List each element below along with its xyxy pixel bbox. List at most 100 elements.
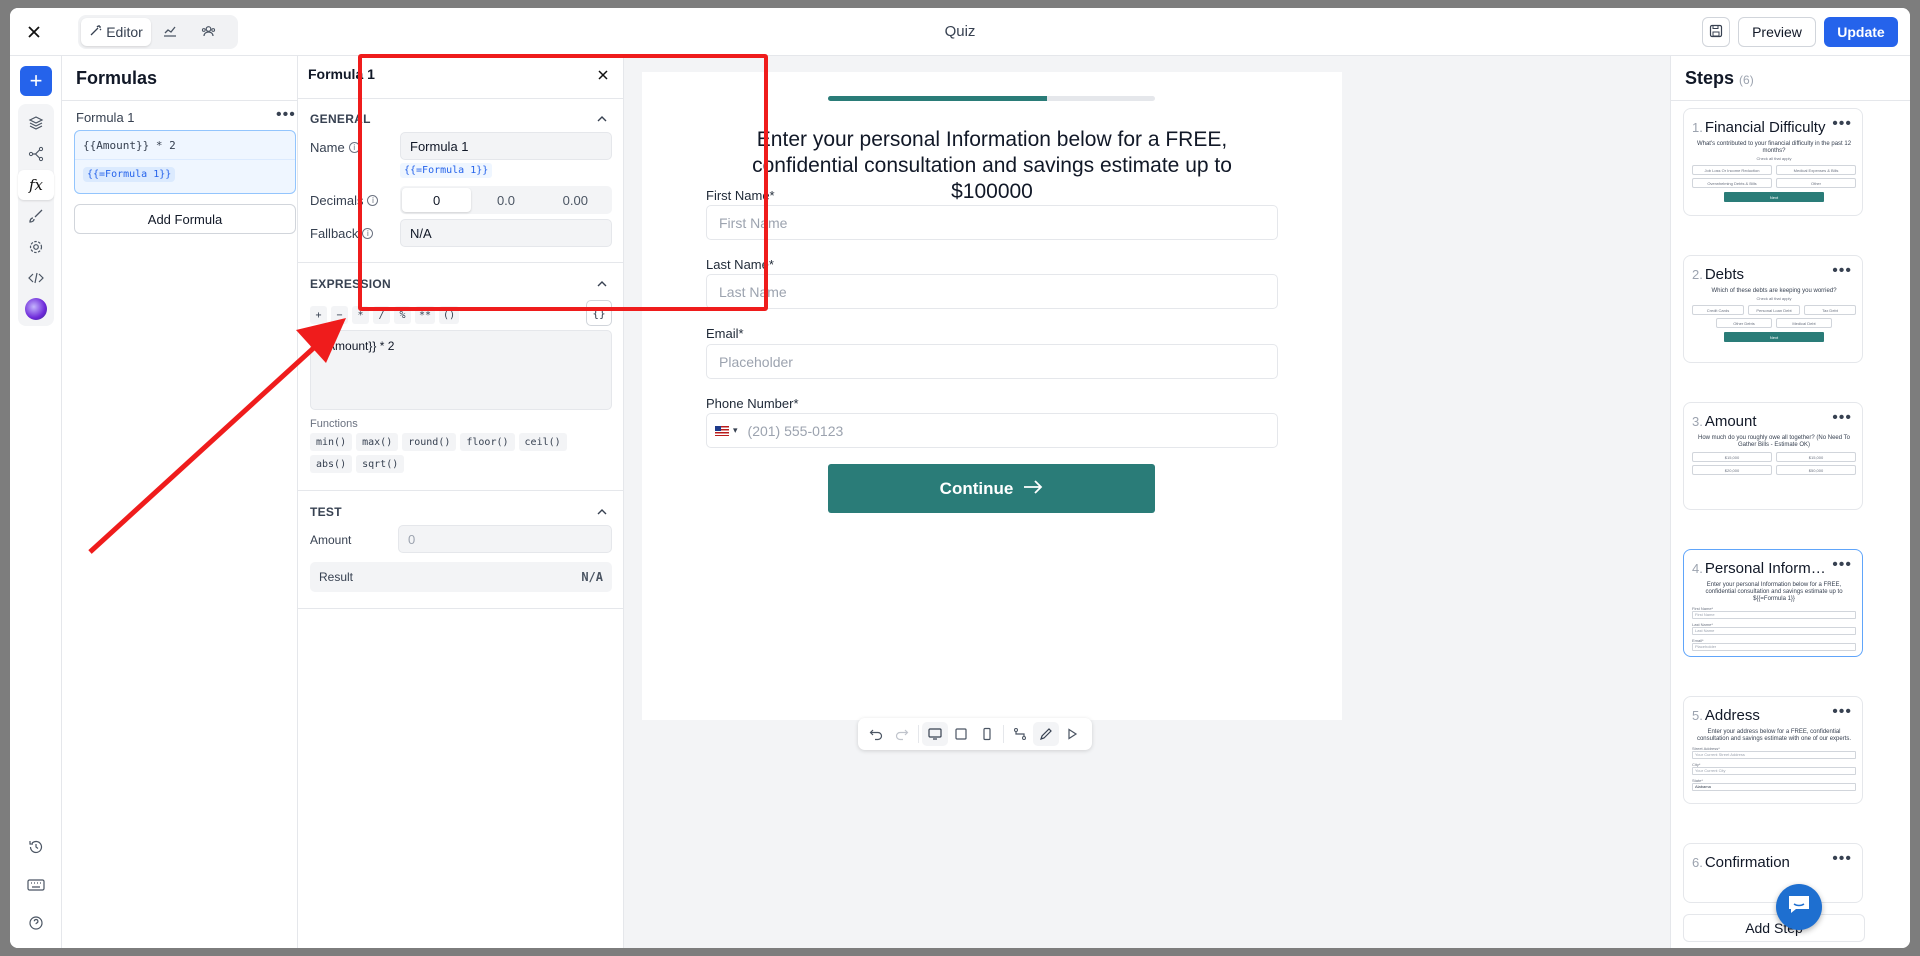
- preview-sub: Check all that apply: [1756, 156, 1792, 161]
- function-round[interactable]: round(): [402, 433, 457, 451]
- redo-icon[interactable]: [889, 722, 915, 746]
- chat-widget-button[interactable]: [1776, 884, 1822, 930]
- operator-minus[interactable]: −: [331, 306, 348, 324]
- preview-field: Last Name: [1692, 627, 1856, 635]
- undo-icon[interactable]: [863, 722, 889, 746]
- step-card-selected[interactable]: 4. Personal Information ••• Enter your pe…: [1683, 549, 1863, 657]
- test-heading: TEST: [310, 505, 342, 519]
- more-icon[interactable]: •••: [1832, 703, 1852, 721]
- brush-icon[interactable]: [18, 201, 54, 231]
- preview-button: Next: [1724, 192, 1824, 202]
- step-card[interactable]: 3. Amount ••• How much do you roughly owe…: [1683, 402, 1863, 510]
- fallback-input[interactable]: N/A: [400, 219, 612, 247]
- mobile-view-icon[interactable]: [974, 722, 1000, 746]
- chat-icon: [1786, 893, 1812, 922]
- decimals-option-1[interactable]: 0.0: [471, 188, 540, 212]
- preview-option: Personal Loan Debt: [1748, 305, 1800, 315]
- operator-multiply[interactable]: *: [352, 306, 369, 324]
- divider: [1671, 100, 1910, 101]
- first-name-input[interactable]: First Name: [706, 205, 1278, 240]
- step-preview: How much do you roughly owe all together…: [1692, 435, 1856, 475]
- function-floor[interactable]: floor(): [460, 433, 515, 451]
- function-ceil[interactable]: ceil(): [518, 433, 567, 451]
- update-button[interactable]: Update: [1824, 17, 1898, 47]
- close-icon[interactable]: [594, 66, 612, 84]
- layers-icon[interactable]: [18, 108, 54, 138]
- more-icon[interactable]: •••: [1832, 115, 1852, 133]
- insert-variable-button[interactable]: {}: [586, 300, 612, 326]
- decimals-label-text: Decimals: [310, 193, 364, 208]
- more-icon[interactable]: •••: [1832, 409, 1852, 427]
- name-input[interactable]: Formula 1: [400, 132, 612, 160]
- more-icon[interactable]: •••: [276, 106, 296, 124]
- quiz-page-preview[interactable]: Enter your personal Information below fo…: [642, 72, 1342, 720]
- operator-divide[interactable]: /: [373, 306, 390, 324]
- step-number: 1.: [1692, 120, 1703, 135]
- function-min[interactable]: min(): [310, 433, 353, 451]
- step-number: 2.: [1692, 267, 1703, 282]
- step-number: 4.: [1692, 561, 1703, 576]
- preview-option: Job Loss Or Income Reduction: [1692, 165, 1772, 175]
- info-icon[interactable]: i: [362, 228, 374, 239]
- expression-textarea[interactable]: {{Amount}} * 2: [310, 330, 612, 410]
- divider: [298, 608, 624, 609]
- step-preview: Which of these debts are keeping you wor…: [1692, 288, 1856, 342]
- last-name-input[interactable]: Last Name: [706, 274, 1278, 309]
- function-sqrt[interactable]: sqrt(): [356, 455, 405, 473]
- decimals-option-2[interactable]: 0.00: [541, 188, 610, 212]
- tablet-view-icon[interactable]: [948, 722, 974, 746]
- edit-mode-icon[interactable]: [1033, 722, 1059, 746]
- ai-icon[interactable]: [18, 294, 54, 324]
- operator-parens[interactable]: (): [439, 306, 460, 324]
- step-card[interactable]: 1. Financial Difficulty ••• What's contri…: [1683, 108, 1863, 216]
- preview-button[interactable]: Preview: [1738, 17, 1816, 47]
- continue-button[interactable]: Continue: [828, 464, 1155, 513]
- operator-plus[interactable]: +: [310, 306, 327, 324]
- formula-reference[interactable]: {{=Formula 1}}: [400, 163, 493, 178]
- function-icon[interactable]: fx: [18, 170, 54, 200]
- logic-mode-icon[interactable]: [1007, 722, 1033, 746]
- country-dropdown[interactable]: ▾: [733, 425, 738, 436]
- operator-power[interactable]: **: [415, 306, 436, 324]
- more-icon[interactable]: •••: [1832, 850, 1852, 868]
- formula-card[interactable]: {{Amount}} * 2 {{=Formula 1}}: [74, 130, 296, 194]
- more-icon[interactable]: •••: [1832, 556, 1852, 574]
- add-formula-button[interactable]: Add Formula: [74, 204, 296, 234]
- divider: [298, 262, 624, 263]
- step-name: 1. Financial Difficulty: [1692, 119, 1832, 136]
- decimals-option-0[interactable]: 0: [402, 188, 472, 212]
- add-step-button[interactable]: Add Step: [1683, 914, 1865, 942]
- settings-icon[interactable]: [18, 232, 54, 262]
- operator-modulo[interactable]: %: [394, 306, 411, 324]
- step-preview: Enter your personal Information below fo…: [1692, 582, 1856, 651]
- add-element-button[interactable]: +: [20, 66, 52, 96]
- chevron-up-icon[interactable]: [596, 112, 608, 124]
- step-card[interactable]: 5. Address ••• Enter your address below f…: [1683, 696, 1863, 804]
- us-flag-icon[interactable]: [715, 425, 729, 436]
- step-card[interactable]: 6. Confirmation •••: [1683, 843, 1863, 903]
- chevron-up-icon[interactable]: [596, 277, 608, 289]
- more-icon[interactable]: •••: [1832, 262, 1852, 280]
- amount-input[interactable]: 0: [398, 525, 612, 553]
- help-icon[interactable]: [18, 908, 54, 938]
- desktop-view-icon[interactable]: [922, 722, 948, 746]
- step-card[interactable]: 2. Debts ••• Which of these debts are kee…: [1683, 255, 1863, 363]
- page-headline[interactable]: Enter your personal Information below fo…: [712, 127, 1272, 205]
- operator-buttons: + − * / % ** (): [310, 306, 460, 324]
- play-icon[interactable]: [1059, 722, 1085, 746]
- save-button[interactable]: [1702, 17, 1730, 47]
- history-icon[interactable]: [18, 832, 54, 862]
- function-max[interactable]: max(): [356, 433, 399, 451]
- phone-input[interactable]: ▾ (201) 555-0123: [706, 413, 1278, 448]
- preview-option: Medical Debt: [1776, 318, 1832, 328]
- code-icon[interactable]: [18, 263, 54, 293]
- preview-field: Placeholder: [1692, 643, 1856, 651]
- info-icon[interactable]: i: [348, 142, 360, 153]
- chevron-up-icon[interactable]: [596, 505, 608, 517]
- info-icon[interactable]: i: [367, 195, 379, 206]
- result-label: Result: [319, 570, 354, 584]
- branch-icon[interactable]: [18, 139, 54, 169]
- keyboard-icon[interactable]: [18, 870, 54, 900]
- function-abs[interactable]: abs(): [310, 455, 353, 473]
- email-input[interactable]: Placeholder: [706, 344, 1278, 379]
